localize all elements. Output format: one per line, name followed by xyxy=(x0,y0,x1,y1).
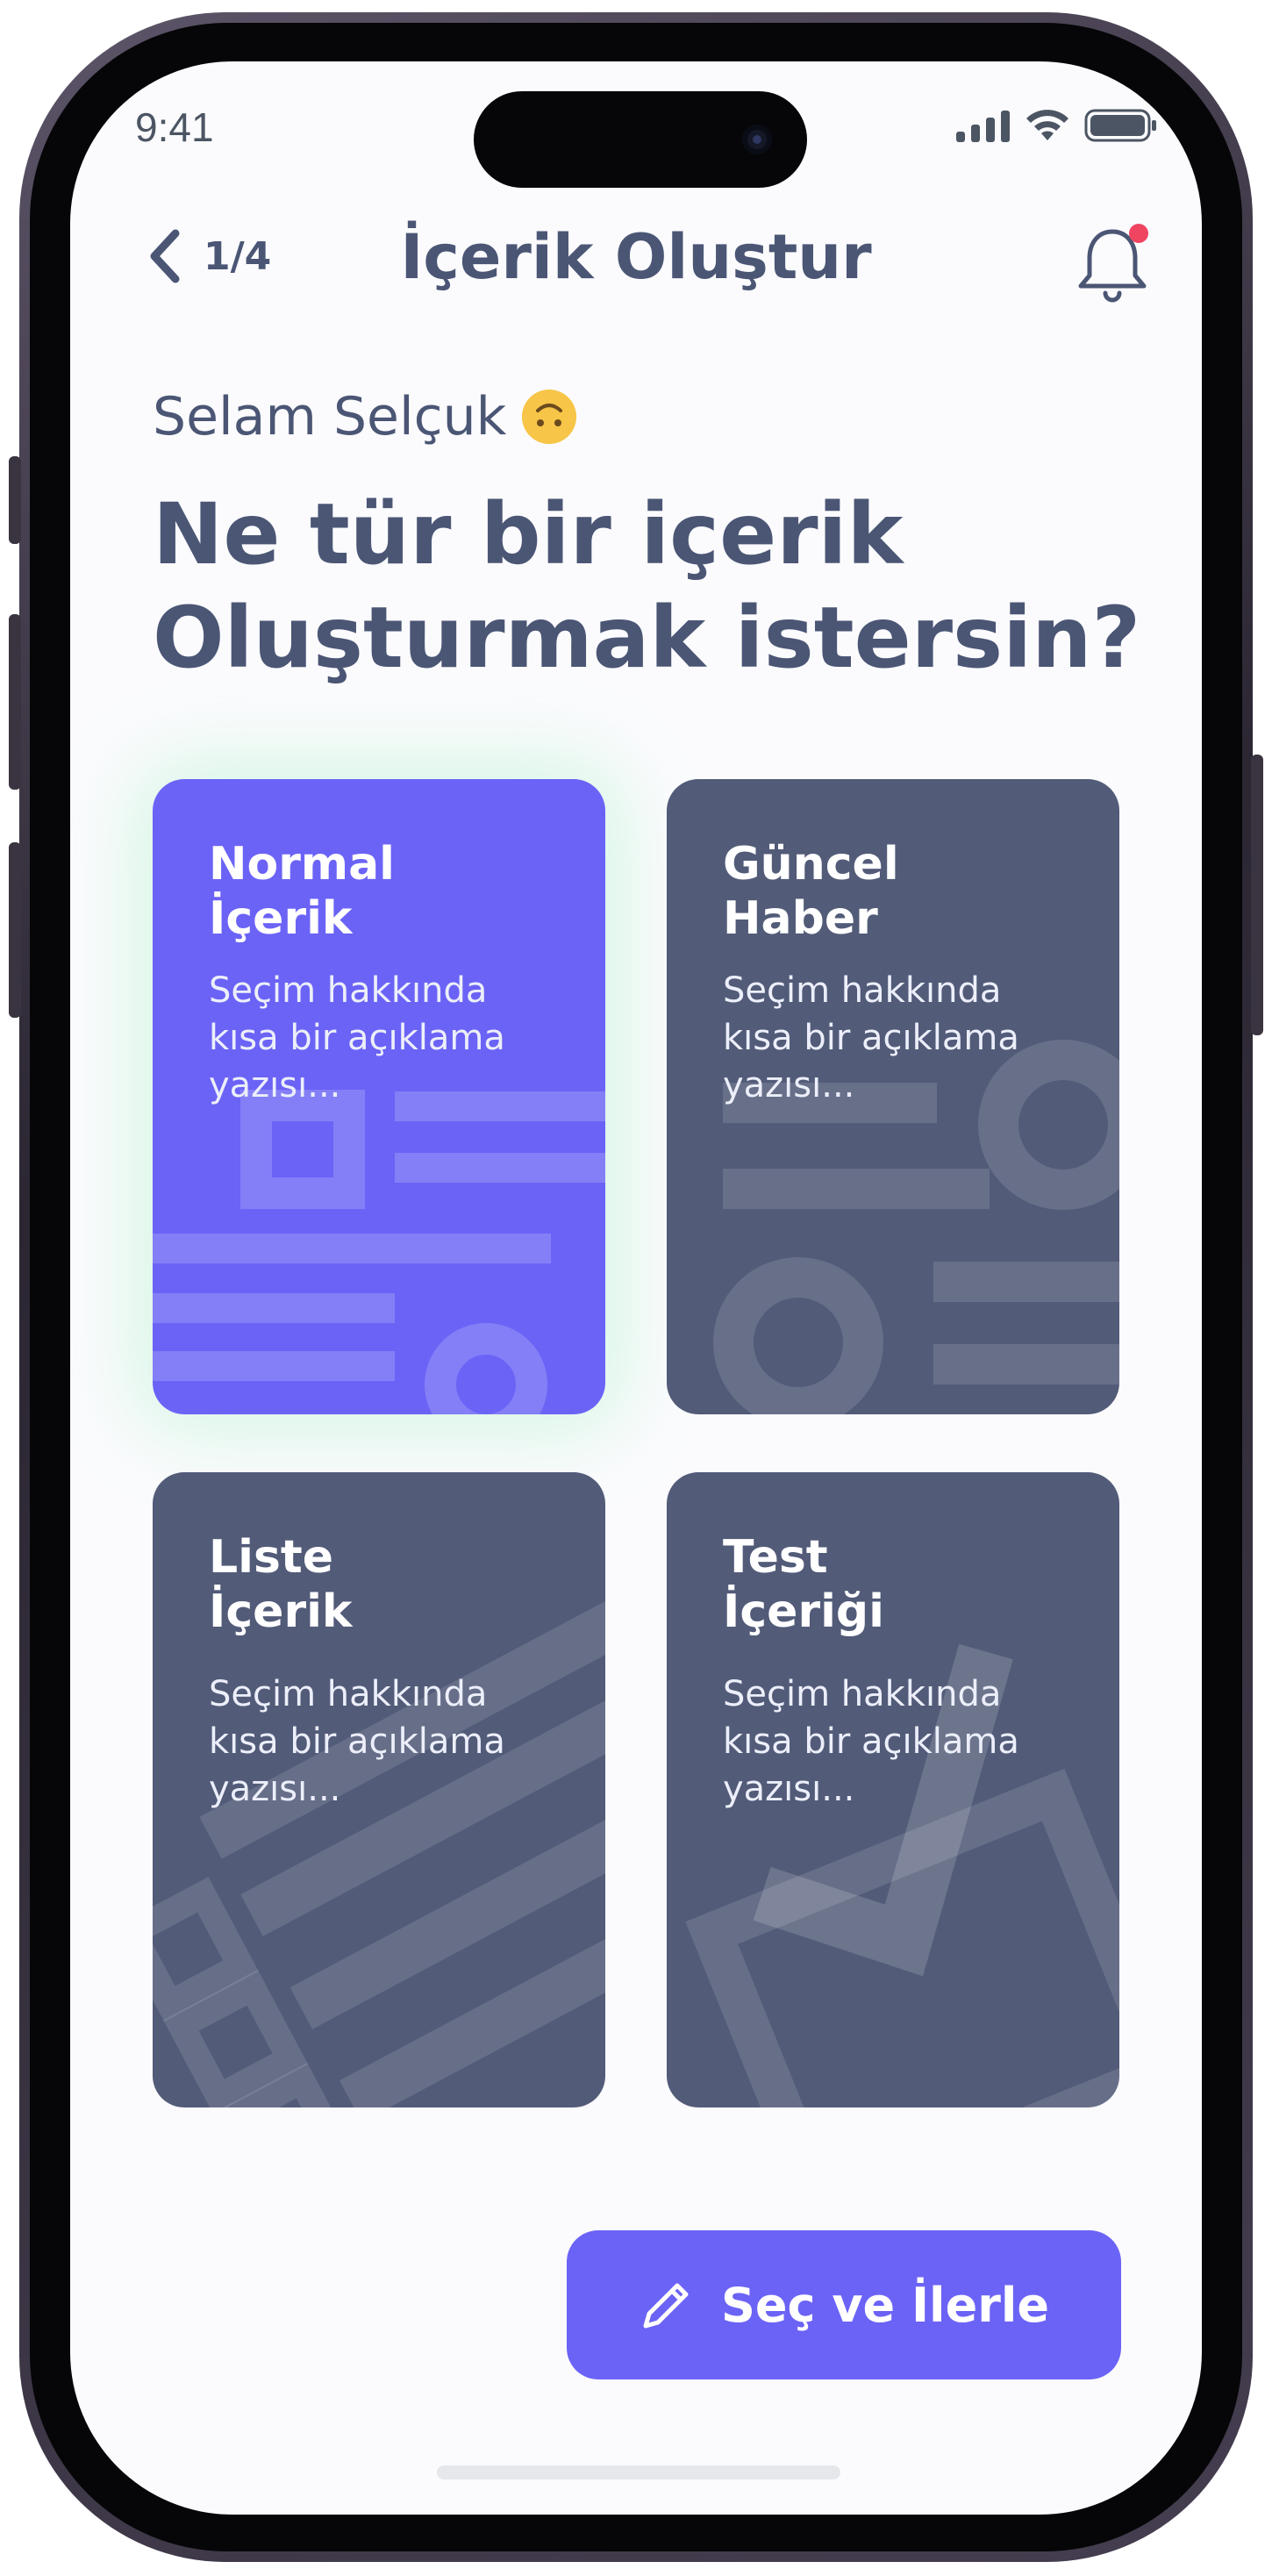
card-description: Seçim hakkında kısa bir açıklama yazısı... xyxy=(209,970,505,1106)
card-description: Seçim hakkında kısa bir açıklama yazısı... xyxy=(209,1674,505,1809)
card-title: Test İçeriği xyxy=(723,1531,884,1638)
card-quiz-content[interactable]: Test İçeriği Seçim hakkında kısa bir açıkl… xyxy=(667,1472,1119,2107)
cta-label: Seç ve İlerle xyxy=(721,2277,1049,2333)
upside-down-face-emoji-icon xyxy=(522,390,577,444)
pencil-icon xyxy=(643,2283,689,2329)
headline-line-2: Oluşturmak istersin? xyxy=(153,589,1141,687)
card-list-content[interactable]: Liste İçerik Seçim hakkında kısa bir açıkl… xyxy=(153,1472,605,2107)
camera-icon xyxy=(742,125,772,154)
top-bar: 1/4 İçerik Oluştur xyxy=(70,202,1202,307)
card-description: Seçim hakkında kısa bir açıklama yazısı... xyxy=(723,1674,1019,1809)
greeting: Selam Selçuk xyxy=(153,386,577,447)
cellular-signal-icon xyxy=(956,111,1010,142)
screen: 9:41 1/4 İçerik Oluştur Selam Selçuk Ne … xyxy=(70,61,1202,2515)
card-title: Normal İçerik xyxy=(209,838,395,945)
notification-dot xyxy=(1129,224,1148,243)
notification-bell-icon[interactable] xyxy=(1068,219,1156,307)
power-button xyxy=(1251,755,1263,1035)
select-and-continue-button[interactable]: Seç ve İlerle xyxy=(567,2230,1121,2379)
dynamic-island xyxy=(474,91,807,188)
card-title: Liste İçerik xyxy=(209,1531,353,1638)
page-title: İçerik Oluştur xyxy=(400,221,872,293)
headline-line-1: Ne tür bir içerik xyxy=(153,485,904,583)
volume-down-button xyxy=(9,842,21,1018)
status-time: 9:41 xyxy=(135,104,214,150)
card-normal-content[interactable]: Normal İçerik Seçim hakkında kısa bir açık… xyxy=(153,779,605,1414)
greeting-text: Selam Selçuk xyxy=(153,386,507,447)
action-button xyxy=(9,456,21,544)
status-icons xyxy=(956,109,1158,142)
card-title: Güncel Haber xyxy=(723,838,899,945)
card-description: Seçim hakkında kısa bir açıklama yazısı... xyxy=(723,970,1019,1106)
home-indicator[interactable] xyxy=(437,2465,840,2479)
headline: Ne tür bir içerik Oluşturmak istersin? xyxy=(153,483,1141,690)
card-news[interactable]: Güncel Haber Seçim hakkında kısa bir açıkl… xyxy=(667,779,1119,1414)
battery-icon xyxy=(1084,109,1156,142)
volume-up-button xyxy=(9,614,21,790)
wifi-icon xyxy=(1026,110,1068,140)
